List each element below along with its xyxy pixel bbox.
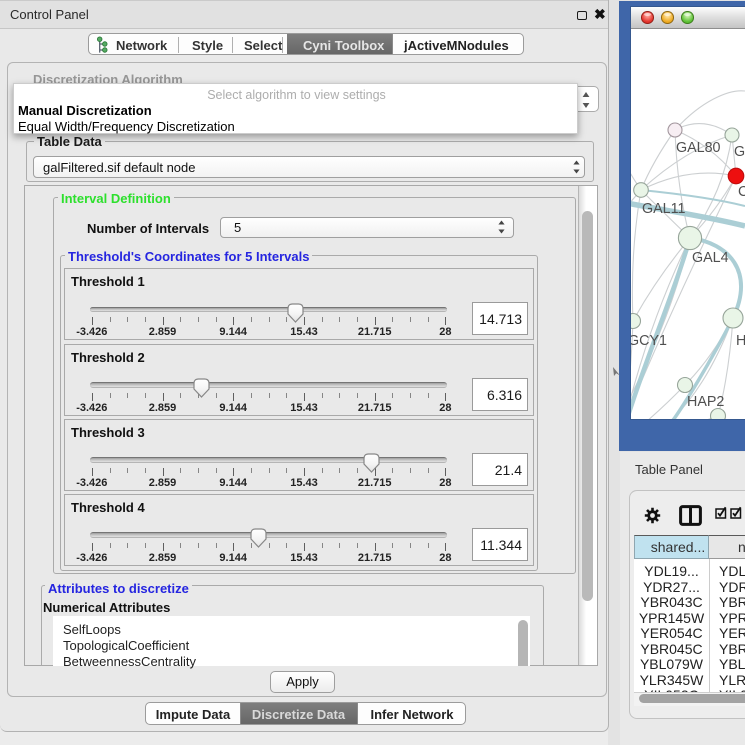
svg-text:C: C [738,184,745,200]
svg-text:GAL80: GAL80 [676,140,721,156]
svg-text:HAP2: HAP2 [687,394,724,410]
svg-text:GAL11: GAL11 [642,201,685,217]
svg-text:H: H [736,333,745,349]
svg-text:GA: GA [734,144,745,160]
svg-text:GAL4: GAL4 [692,250,729,266]
svg-text:GCY1: GCY1 [631,333,667,349]
